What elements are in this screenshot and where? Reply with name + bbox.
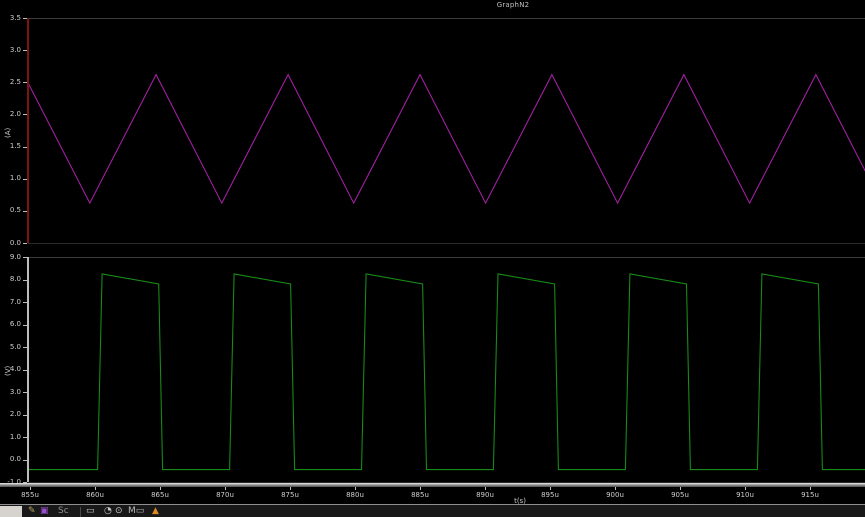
toolbar-separator — [80, 507, 81, 517]
panel-top-border — [28, 18, 865, 19]
trace-triangle-wave — [26, 73, 865, 205]
y-tick-mark — [23, 178, 27, 180]
x-tick-label: 875u — [281, 491, 299, 499]
horizontal-scrollbar[interactable] — [0, 483, 865, 487]
x-tick-label: 855u — [21, 491, 39, 499]
x-tick-label: 870u — [216, 491, 234, 499]
y-tick-mark — [23, 437, 27, 438]
y-tick-mark — [23, 414, 27, 416]
x-tick-label: 915u — [801, 491, 819, 499]
y-tick-label: 0.0 — [9, 238, 21, 247]
y-tick-label: 7.0 — [9, 297, 21, 306]
y-tick-label: 1.0 — [9, 432, 21, 441]
measure-icon[interactable]: M▭ — [128, 506, 144, 517]
y-tick-mark — [23, 324, 27, 326]
y-tick-mark — [23, 82, 27, 84]
x-tick-label: 890u — [476, 491, 494, 499]
top-y-axis-unit: (A) — [4, 127, 12, 138]
y-tick-label: 1.0 — [9, 174, 21, 183]
y-tick-label: 3.0 — [9, 45, 21, 54]
y-tick-label: 5.0 — [9, 342, 21, 351]
y-tick-label: 3.0 — [9, 387, 21, 396]
y-tick-label: 0.5 — [9, 206, 21, 215]
x-tick-label: 910u — [736, 491, 754, 499]
x-tick-label: 880u — [346, 491, 364, 499]
x-tick-label: 865u — [151, 491, 169, 499]
waveform-canvas — [26, 73, 865, 471]
warning-icon[interactable]: ▲ — [152, 506, 159, 517]
y-tick-label: 2.0 — [9, 410, 21, 418]
y-tick-mark — [23, 210, 27, 212]
y-tick-mark — [23, 114, 27, 116]
graph-window: GraphN2 3.5 3.0 2.5 2.0 1.5 1.0 0.5 0.0 9.0 8.0 7.… — [0, 0, 865, 517]
bottom-toolbar: ✎ ▣ Sc ▭ ◔ ⊙ M▭ ▲ — [0, 504, 865, 517]
y-tick-mark — [23, 50, 27, 52]
y-tick-mark — [23, 369, 27, 371]
y-tick-mark — [23, 459, 27, 461]
x-tick-label: 860u — [86, 491, 104, 499]
pen-icon[interactable]: ✎ — [28, 506, 36, 517]
y-tick-label: 0.0 — [9, 455, 21, 463]
bottom-y-axis-unit: (V) — [4, 365, 12, 376]
y-tick-label: 6.0 — [9, 320, 21, 328]
y-tick-mark — [23, 392, 27, 393]
y-tick-label: 8.0 — [9, 275, 21, 283]
y-tick-label: 2.0 — [9, 109, 21, 118]
y-tick-label: 2.5 — [9, 77, 21, 86]
info-icon[interactable]: ⊙ — [115, 506, 123, 517]
y-tick-mark — [23, 146, 27, 148]
clock-icon[interactable]: ◔ — [104, 506, 112, 517]
toolbar-label: Sc — [58, 506, 69, 516]
x-tick-label: 905u — [671, 491, 689, 499]
y-tick-mark — [23, 302, 27, 303]
start-button-sliver[interactable] — [0, 506, 22, 517]
y-tick-mark — [23, 243, 27, 244]
x-tick-label: 895u — [541, 491, 559, 499]
graph-title: GraphN2 — [496, 1, 530, 9]
panel-top-border — [28, 257, 865, 258]
y-tick-mark — [23, 257, 27, 258]
y-tick-mark — [23, 18, 27, 19]
x-tick-label: 900u — [606, 491, 624, 499]
y-tick-label: 1.5 — [9, 142, 21, 151]
panel-y-axis — [27, 257, 29, 482]
trace-square-wave — [27, 273, 865, 471]
panel-bottom-border — [28, 243, 865, 244]
y-tick-mark — [23, 279, 27, 281]
x-tick-label: 885u — [411, 491, 429, 499]
panel-y-axis — [27, 18, 29, 243]
window-icon[interactable]: ▭ — [86, 506, 95, 517]
y-tick-label: 9.0 — [9, 252, 21, 261]
active-app-icon[interactable]: ▣ — [40, 506, 49, 517]
y-tick-mark — [23, 347, 27, 348]
y-tick-label: 3.5 — [9, 13, 21, 22]
